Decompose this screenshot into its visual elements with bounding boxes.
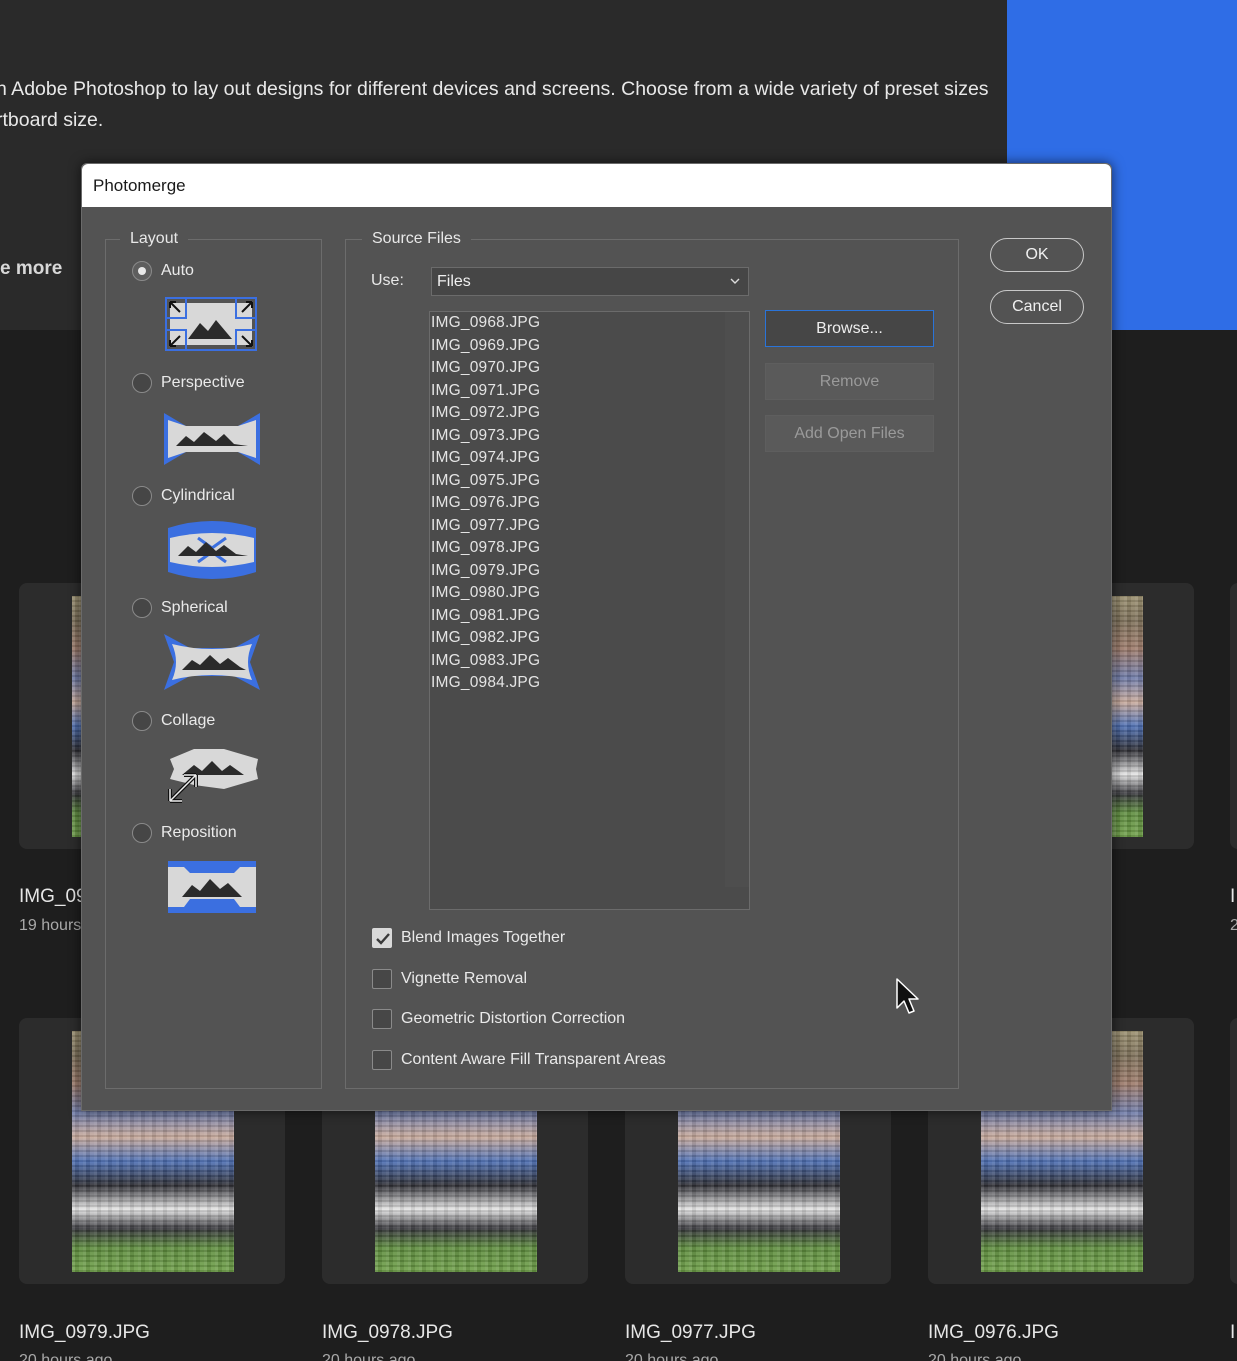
source-file-item[interactable]: IMG_0978.JPG xyxy=(431,539,540,557)
layout-legend: Layout xyxy=(120,230,189,248)
checkbox-label: Geometric Distortion Correction xyxy=(401,1010,626,1027)
content-aware-fill-option[interactable]: Content Aware Fill Transparent Areas xyxy=(372,1050,666,1070)
radio-button[interactable] xyxy=(132,711,152,731)
checkbox[interactable] xyxy=(372,928,392,948)
source-file-item[interactable]: IMG_0979.JPG xyxy=(431,562,540,580)
radio-button[interactable] xyxy=(132,823,152,843)
source-file-item[interactable]: IMG_0968.JPG xyxy=(431,314,540,332)
checkbox[interactable] xyxy=(372,1050,392,1070)
source-file-item[interactable]: IMG_0973.JPG xyxy=(431,427,540,445)
checkbox-label: Vignette Removal xyxy=(401,970,527,987)
file-card-time: 20 hours ago xyxy=(19,1352,113,1361)
file-card-name: IMG_0978.JPG xyxy=(322,1322,453,1343)
layout-option-label: Spherical xyxy=(161,599,228,616)
source-file-item[interactable]: IMG_0980.JPG xyxy=(431,584,540,602)
layout-option-auto[interactable]: Auto xyxy=(132,261,194,281)
source-file-item[interactable]: IMG_0984.JPG xyxy=(431,674,540,692)
file-card-time: 20 hours ago xyxy=(928,1352,1022,1361)
spherical-layout-icon[interactable] xyxy=(164,632,260,692)
layout-option-cylindrical[interactable]: Cylindrical xyxy=(132,486,235,506)
auto-layout-icon[interactable] xyxy=(164,295,260,355)
cylindrical-layout-icon[interactable] xyxy=(164,520,260,580)
layout-option-reposition[interactable]: Reposition xyxy=(132,823,237,843)
browse-button[interactable]: Browse... xyxy=(765,310,934,347)
use-dropdown[interactable]: Files xyxy=(431,267,749,296)
radio-button[interactable] xyxy=(132,261,152,281)
cancel-button[interactable]: Cancel xyxy=(990,290,1084,324)
reposition-layout-icon[interactable] xyxy=(164,857,260,917)
checkbox-label: Blend Images Together xyxy=(401,929,566,946)
background-description: n Adobe Photoshop to lay out designs for… xyxy=(0,74,996,136)
source-file-item[interactable]: IMG_0970.JPG xyxy=(431,359,540,377)
layout-option-perspective[interactable]: Perspective xyxy=(132,373,245,393)
layout-group: Layout Auto Perspective Cylindrical Sphe… xyxy=(105,230,322,1089)
dialog-titlebar[interactable]: Photomerge xyxy=(82,164,1111,207)
layout-option-label: Cylindrical xyxy=(161,487,235,504)
use-label: Use: xyxy=(371,272,404,289)
use-dropdown-value: Files xyxy=(437,273,471,290)
source-file-item[interactable]: IMG_0982.JPG xyxy=(431,629,540,647)
layout-option-spherical[interactable]: Spherical xyxy=(132,598,228,618)
remove-button[interactable]: Remove xyxy=(765,363,934,400)
file-card[interactable] xyxy=(1230,1018,1237,1284)
layout-option-label: Collage xyxy=(161,712,216,729)
file-list-scroll-track[interactable] xyxy=(725,312,749,887)
perspective-layout-icon[interactable] xyxy=(164,408,260,468)
source-file-list[interactable]: IMG_0968.JPG IMG_0969.JPG IMG_0970.JPG IMG_… xyxy=(429,311,750,910)
source-file-item[interactable]: IMG_0977.JPG xyxy=(431,517,540,535)
file-card-name: I xyxy=(1230,886,1236,907)
blend-images-option[interactable]: Blend Images Together xyxy=(372,928,565,948)
background-description-line: rtboard size. xyxy=(0,109,104,131)
source-file-item[interactable]: IMG_0971.JPG xyxy=(431,382,540,400)
file-card-time: 20 hours ago xyxy=(322,1352,416,1361)
background-description-line: n Adobe Photoshop to lay out designs for… xyxy=(0,78,989,100)
file-card-name: IMG_0979.JPG xyxy=(19,1322,150,1343)
layout-option-collage[interactable]: Collage xyxy=(132,711,215,731)
file-card[interactable] xyxy=(1230,583,1237,849)
geometric-distortion-option[interactable]: Geometric Distortion Correction xyxy=(372,1009,625,1029)
dialog-title: Photomerge xyxy=(93,176,186,195)
file-card-name: I xyxy=(1230,1322,1236,1343)
checkbox-label: Content Aware Fill Transparent Areas xyxy=(401,1051,666,1068)
collage-layout-icon[interactable] xyxy=(164,745,260,805)
checkmark-icon xyxy=(376,933,390,945)
source-file-item[interactable]: IMG_0974.JPG xyxy=(431,449,540,467)
photomerge-dialog: Photomerge Layout Auto Perspective Cylin… xyxy=(81,163,1112,1111)
add-open-files-button[interactable]: Add Open Files xyxy=(765,415,934,452)
source-file-item[interactable]: IMG_0981.JPG xyxy=(431,607,540,625)
file-card-name: IMG_09 xyxy=(19,886,87,907)
file-card-time: 2 xyxy=(1230,917,1237,934)
file-card-name: IMG_0976.JPG xyxy=(928,1322,1059,1343)
source-file-item[interactable]: IMG_0972.JPG xyxy=(431,404,540,422)
chevron-down-icon xyxy=(730,278,740,284)
source-file-item[interactable]: IMG_0983.JPG xyxy=(431,652,540,670)
radio-button[interactable] xyxy=(132,373,152,393)
file-card-time: 20 hours ago xyxy=(625,1352,719,1361)
learn-more-link[interactable]: e more xyxy=(0,258,62,280)
checkbox[interactable] xyxy=(372,969,392,989)
source-file-item[interactable]: IMG_0975.JPG xyxy=(431,472,540,490)
file-card-time: 19 hours xyxy=(19,917,82,934)
file-card-name: IMG_0977.JPG xyxy=(625,1322,756,1343)
layout-option-label: Auto xyxy=(161,262,194,279)
source-files-group: Source Files Use: Files IMG_0968.JPG IMG_… xyxy=(345,230,959,1089)
source-file-item[interactable]: IMG_0969.JPG xyxy=(431,337,540,355)
mouse-pointer-icon xyxy=(896,978,919,1014)
radio-button[interactable] xyxy=(132,486,152,506)
source-file-item[interactable]: IMG_0976.JPG xyxy=(431,494,540,512)
layout-option-label: Reposition xyxy=(161,824,237,841)
radio-button[interactable] xyxy=(132,598,152,618)
layout-option-label: Perspective xyxy=(161,374,245,391)
source-files-legend: Source Files xyxy=(362,230,471,248)
vignette-removal-option[interactable]: Vignette Removal xyxy=(372,969,527,989)
ok-button[interactable]: OK xyxy=(990,238,1084,272)
checkbox[interactable] xyxy=(372,1009,392,1029)
